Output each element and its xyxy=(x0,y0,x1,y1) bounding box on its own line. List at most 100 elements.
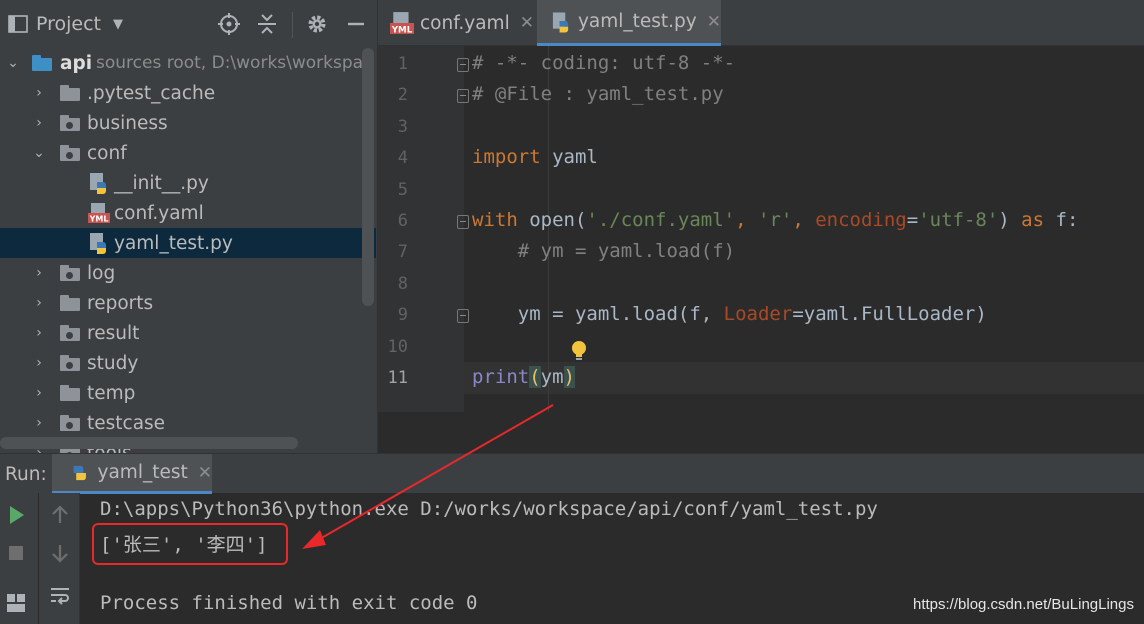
chevron-right-icon[interactable]: › xyxy=(31,265,47,281)
horizontal-scrollbar[interactable] xyxy=(0,437,298,449)
code-line-1: # -*- coding: utf-8 -*- xyxy=(472,52,736,74)
close-icon[interactable]: ✕ xyxy=(198,463,212,483)
up-arrow-icon[interactable] xyxy=(48,503,72,527)
run-tab-label: yaml_test xyxy=(97,462,188,483)
run-tool-window: Run: yaml_test ✕ D:\apps\Python36\python… xyxy=(0,453,1144,624)
source-root-folder-icon xyxy=(32,55,52,71)
svg-text:YML: YML xyxy=(391,25,413,35)
tree-item-study[interactable]: › study xyxy=(0,348,376,378)
tree-item-label: study xyxy=(87,352,139,374)
vertical-scrollbar[interactable] xyxy=(362,48,374,306)
chevron-right-icon[interactable]: › xyxy=(31,325,47,341)
package-folder-icon xyxy=(60,145,80,161)
keyword: as xyxy=(1021,209,1045,231)
run-icon[interactable] xyxy=(4,503,28,527)
locate-target-icon[interactable] xyxy=(217,12,241,36)
code-line-4: import yaml xyxy=(472,146,598,168)
tree-item-testcase[interactable]: › testcase xyxy=(0,408,376,438)
code-editor[interactable]: # -*- coding: utf-8 -*- # @File : yaml_t… xyxy=(464,46,1144,412)
header-divider xyxy=(292,12,293,38)
console-line: Process finished with exit code 0 xyxy=(100,592,478,614)
editor-tab-bar: YML conf.yaml ✕ yaml_test.py ✕ xyxy=(378,0,1144,46)
tree-item-label: .pytest_cache xyxy=(87,82,216,104)
chevron-down-icon[interactable]: ⌄ xyxy=(5,55,21,71)
yaml-file-icon: YML xyxy=(390,12,414,35)
tree-item-label: reports xyxy=(87,292,154,314)
chevron-right-icon[interactable]: › xyxy=(31,295,47,311)
down-arrow-icon[interactable] xyxy=(48,541,72,565)
project-title: Project xyxy=(36,13,102,35)
settings-gear-icon[interactable] xyxy=(305,12,329,36)
line-number: 8 xyxy=(397,274,408,294)
code-line-11: print(ym) xyxy=(472,366,575,388)
tree-item-pytest-cache[interactable]: › .pytest_cache xyxy=(0,78,376,108)
tree-item-business[interactable]: › business xyxy=(0,108,376,138)
tree-item-label: temp xyxy=(87,382,136,404)
code-text: open( xyxy=(517,209,587,231)
package-folder-icon xyxy=(60,115,80,131)
code-line-9: ym = yaml.load(f, Loader=yaml.FullLoader… xyxy=(472,303,987,325)
yaml-file-icon: YML xyxy=(88,203,110,224)
run-toolbar xyxy=(0,493,80,624)
code-text: = xyxy=(906,209,919,231)
tab-yaml-test-py[interactable]: yaml_test.py ✕ xyxy=(537,0,721,46)
tree-item-conf-yaml[interactable]: YML conf.yaml xyxy=(0,198,376,228)
package-folder-icon xyxy=(60,265,80,281)
code-text: ym xyxy=(540,366,564,388)
tree-root-api[interactable]: ⌄ api sources root, D:\works\workspac xyxy=(0,48,376,78)
toolbar-divider xyxy=(38,493,39,624)
tab-label: yaml_test.py xyxy=(577,11,697,32)
tab-conf-yaml[interactable]: YML conf.yaml ✕ xyxy=(378,0,536,46)
python-file-icon xyxy=(552,11,569,32)
project-window-icon xyxy=(8,15,28,33)
chevron-right-icon[interactable]: › xyxy=(31,355,47,371)
keyword: with xyxy=(472,209,518,231)
folder-icon xyxy=(60,85,80,101)
line-number: 4 xyxy=(397,148,408,168)
keyword: import xyxy=(472,146,541,168)
chevron-right-icon[interactable]: › xyxy=(31,115,47,131)
folder-icon xyxy=(60,295,80,311)
line-number: 2 xyxy=(397,85,408,105)
tab-label: conf.yaml xyxy=(420,12,510,34)
collapse-all-icon[interactable] xyxy=(255,12,279,36)
folder-icon xyxy=(60,385,80,401)
run-tab-yaml-test[interactable]: yaml_test ✕ xyxy=(52,454,212,494)
paren: ( xyxy=(529,366,541,388)
project-tool-window: Project ▼ ⌄ api sources root, D:\works\w… xyxy=(0,0,378,453)
stop-icon[interactable] xyxy=(4,541,28,565)
tree-item-yaml-test-py[interactable]: yaml_test.py xyxy=(0,228,376,258)
tree-item-label: result xyxy=(87,322,140,344)
close-icon[interactable]: ✕ xyxy=(520,13,534,33)
run-header: Run: yaml_test ✕ xyxy=(0,453,1144,494)
chevron-right-icon[interactable]: › xyxy=(31,415,47,431)
minimize-icon[interactable] xyxy=(344,12,368,36)
tree-item-init-py[interactable]: __init__.py xyxy=(0,168,376,198)
tree-item-result[interactable]: › result xyxy=(0,318,376,348)
code-text: ym = yaml.load(f, xyxy=(472,303,724,325)
python-file-icon xyxy=(90,173,106,194)
layout-icon[interactable] xyxy=(4,591,28,615)
project-view-selector[interactable]: Project ▼ xyxy=(8,12,123,36)
tree-item-conf[interactable]: ⌄ conf xyxy=(0,138,376,168)
code-text: =yaml.FullLoader) xyxy=(792,303,987,325)
soft-wrap-icon[interactable] xyxy=(48,583,72,607)
line-number: 5 xyxy=(397,180,408,200)
python-file-icon xyxy=(90,233,106,254)
chevron-right-icon[interactable]: › xyxy=(31,385,47,401)
tree-item-label: yaml_test.py xyxy=(114,232,233,254)
tree-item-reports[interactable]: › reports xyxy=(0,288,376,318)
lightbulb-icon[interactable] xyxy=(570,340,588,364)
chevron-right-icon[interactable]: › xyxy=(31,85,47,101)
package-folder-icon xyxy=(60,355,80,371)
code-line-2: # @File : yaml_test.py xyxy=(472,83,724,105)
caret-down-icon[interactable]: ▼ xyxy=(113,17,123,32)
svg-text:YML: YML xyxy=(89,215,109,224)
string-literal: 'utf-8' xyxy=(918,209,999,231)
tree-item-log[interactable]: › log xyxy=(0,258,376,288)
close-icon[interactable]: ✕ xyxy=(707,12,721,32)
chevron-down-icon[interactable]: ⌄ xyxy=(31,145,47,161)
tree-item-temp[interactable]: › temp xyxy=(0,378,376,408)
builtin-function: print xyxy=(472,366,530,388)
string-literal: 'r' xyxy=(758,209,793,231)
